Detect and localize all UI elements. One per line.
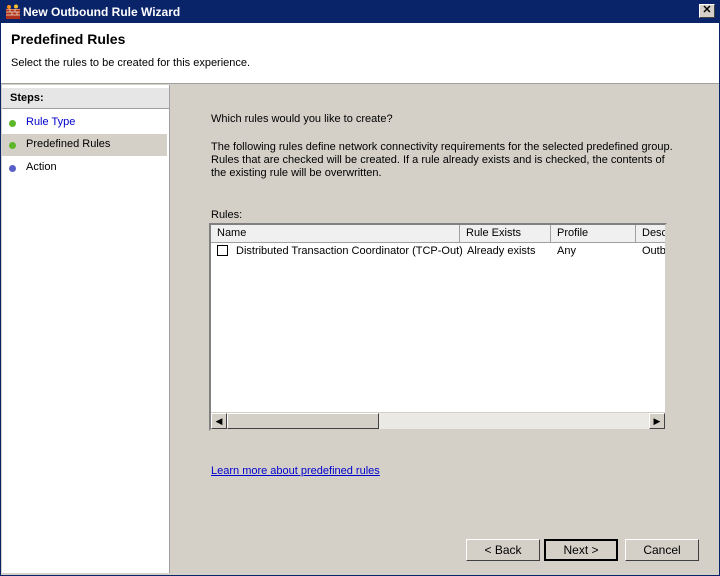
step-predefined-rules: Predefined Rules xyxy=(2,134,167,156)
step-label: Predefined Rules xyxy=(26,138,111,150)
list-header: Name Rule Exists Profile Desc xyxy=(211,225,665,243)
page-subtitle: Select the rules to be created for this … xyxy=(11,57,251,69)
question-text: Which rules would you like to create? xyxy=(211,113,393,125)
rules-label: Rules: xyxy=(211,209,243,221)
step-action: Action xyxy=(2,157,167,179)
back-button[interactable]: < Back xyxy=(466,539,540,561)
next-button[interactable]: Next > xyxy=(544,539,618,561)
step-label: Action xyxy=(26,161,57,173)
scroll-thumb[interactable] xyxy=(227,413,379,429)
column-header-description[interactable]: Desc xyxy=(636,225,665,242)
wizard-header: Predefined Rules Select the rules to be … xyxy=(1,23,719,84)
step-current-icon xyxy=(9,142,16,149)
window-title: New Outbound Rule Wizard xyxy=(23,5,181,19)
column-header-name[interactable]: Name xyxy=(211,225,460,242)
cancel-button[interactable]: Cancel xyxy=(625,539,699,561)
steps-heading: Steps: xyxy=(2,88,169,109)
column-header-profile[interactable]: Profile xyxy=(551,225,636,242)
table-row[interactable]: Distributed Transaction Coordinator (TCP… xyxy=(211,242,666,260)
horizontal-scrollbar[interactable]: ◀ ▶ xyxy=(211,412,665,429)
column-header-rule-exists[interactable]: Rule Exists xyxy=(460,225,551,242)
scroll-left-button[interactable]: ◀ xyxy=(211,413,227,429)
rule-name: Distributed Transaction Coordinator (TCP… xyxy=(236,245,463,257)
rules-list[interactable]: Name Rule Exists Profile Desc Distribute… xyxy=(209,223,667,431)
step-pending-icon xyxy=(9,165,16,172)
wizard-window: New Outbound Rule Wizard ✕ Predefined Ru… xyxy=(0,0,720,576)
page-title: Predefined Rules xyxy=(11,31,126,47)
close-button[interactable]: ✕ xyxy=(699,4,715,18)
rule-description: Outb xyxy=(642,245,666,257)
step-done-icon xyxy=(9,120,16,127)
rule-exists: Already exists xyxy=(467,245,536,257)
steps-heading-label: Steps: xyxy=(10,92,44,104)
step-label: Rule Type xyxy=(26,116,76,128)
description-text: The following rules define network conne… xyxy=(211,141,673,179)
firewall-icon xyxy=(5,4,21,20)
scroll-right-button[interactable]: ▶ xyxy=(649,413,665,429)
rule-checkbox[interactable] xyxy=(217,245,228,256)
rule-profile: Any xyxy=(557,245,576,257)
content-panel: Which rules would you like to create? Th… xyxy=(171,85,719,573)
title-bar: New Outbound Rule Wizard ✕ xyxy=(1,1,719,23)
steps-panel: Steps: Rule Type Predefined Rules Action xyxy=(2,85,170,573)
learn-more-link[interactable]: Learn more about predefined rules xyxy=(211,465,380,477)
step-rule-type[interactable]: Rule Type xyxy=(2,112,167,134)
